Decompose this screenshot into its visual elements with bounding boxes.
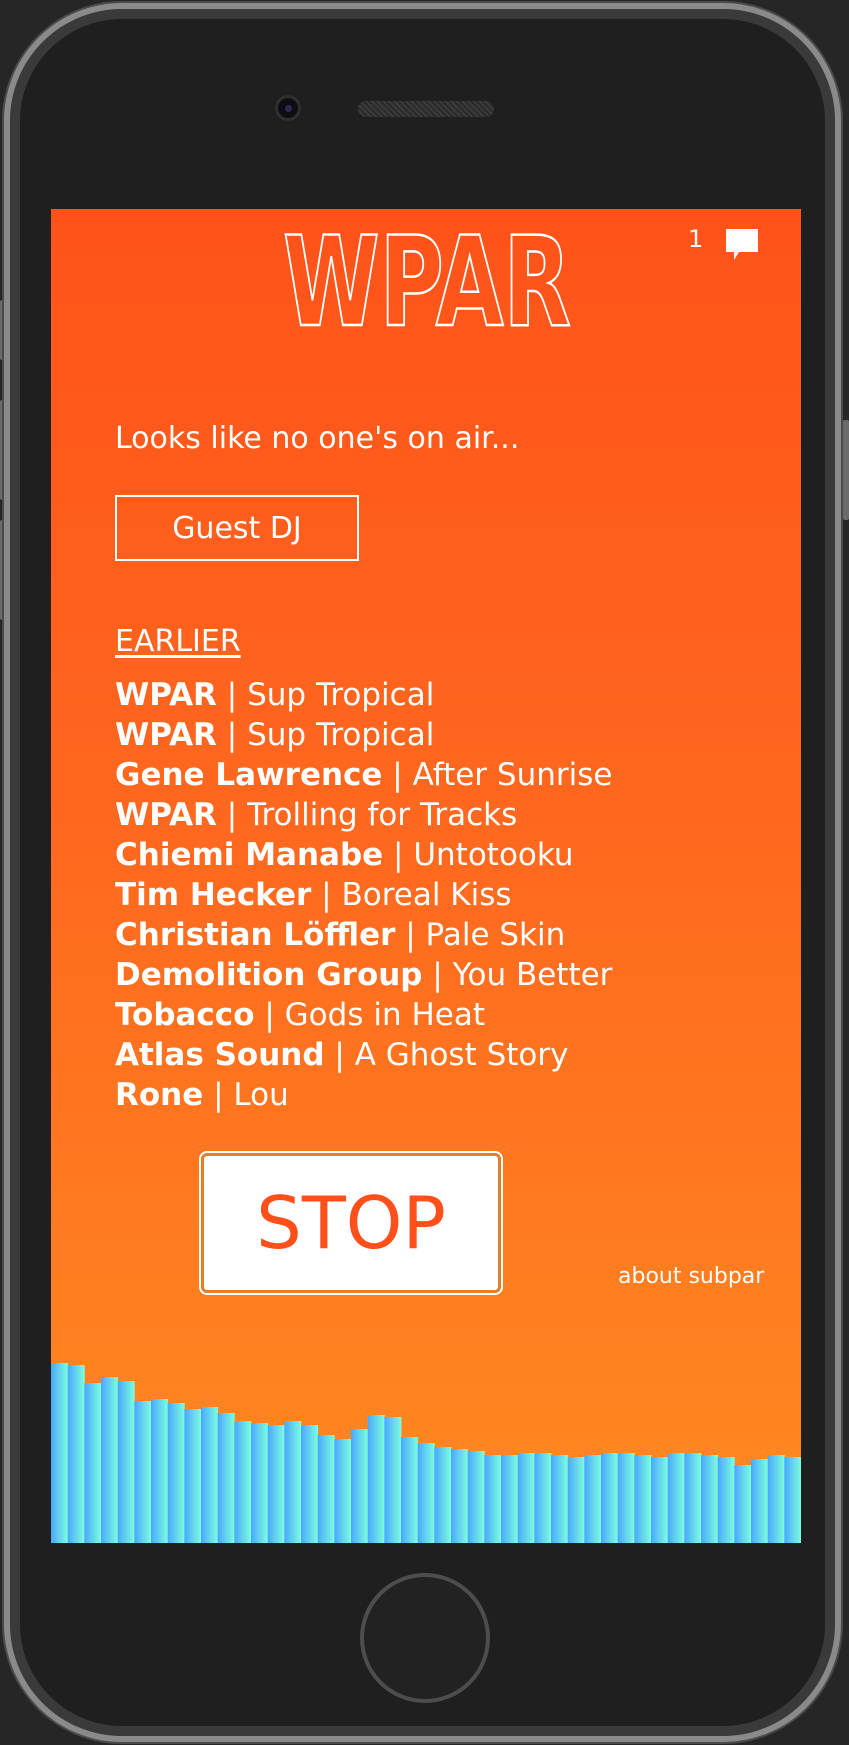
visualizer-bar [601,1453,619,1543]
wpar-logo: WPAR [282,217,573,337]
about-subpar-link[interactable]: about subpar [618,1264,764,1289]
app-screen: WPAR 1 Looks like no one's on air... Gue… [51,209,801,1543]
visualizer-bar [367,1415,385,1543]
history-item: Tobacco | Gods in Heat [115,997,485,1033]
audio-visualizer [51,1363,801,1543]
visualizer-bar [484,1455,502,1543]
history-item: WPAR | Sup Tropical [115,717,435,753]
visualizer-bar [784,1457,801,1543]
track-title: After Sunrise [412,757,613,793]
track-artist: Atlas Sound [115,1037,325,1073]
visualizer-bar [384,1417,402,1543]
track-title: Untotooku [413,837,574,873]
visualizer-bar [734,1465,752,1543]
visualizer-bar [617,1453,635,1543]
visualizer-bar [651,1457,669,1543]
visualizer-bar [317,1435,335,1543]
visualizer-bar [751,1459,769,1543]
visualizer-bar [201,1407,219,1543]
visualizer-bar [517,1453,535,1543]
track-artist: WPAR [115,677,217,713]
history-item: Chiemi Manabe | Untotooku [115,837,574,873]
visualizer-bar [584,1455,602,1543]
guest-dj-button[interactable]: Guest DJ [115,495,359,561]
visualizer-bar [151,1399,169,1543]
visualizer-bar [551,1455,569,1543]
visualizer-bar [117,1381,135,1543]
stop-button[interactable]: STOP [201,1153,501,1293]
visualizer-bar [467,1451,485,1543]
chat-count: 1 [688,225,704,253]
visualizer-bar [284,1421,302,1543]
visualizer-bar [767,1455,785,1543]
visualizer-bar [184,1409,202,1543]
visualizer-bar [134,1401,152,1543]
track-artist: Gene Lawrence [115,757,383,793]
visualizer-bar [434,1447,452,1543]
track-title: Lou [233,1077,289,1113]
visualizer-bar [351,1429,369,1543]
visualizer-bar [701,1455,719,1543]
visualizer-bar [251,1423,269,1543]
visualizer-bar [101,1377,119,1543]
on-air-status: Looks like no one's on air... [115,421,520,456]
visualizer-bar [234,1421,252,1543]
visualizer-bar [51,1363,69,1543]
history-item: Christian Löffler | Pale Skin [115,917,566,953]
chat-bubble-icon[interactable] [723,227,761,263]
visualizer-bar [84,1383,102,1543]
visualizer-bar [267,1425,285,1543]
visualizer-bar [301,1425,319,1543]
power-button [843,420,849,520]
front-camera [275,95,301,121]
history-item: Atlas Sound | A Ghost Story [115,1037,569,1073]
visualizer-bar [334,1439,352,1543]
track-history: WPAR | Sup Tropical WPAR | Sup Tropical … [115,675,612,1115]
track-title: You Better [452,957,613,993]
track-title: A Ghost Story [354,1037,569,1073]
visualizer-bar [567,1457,585,1543]
track-artist: Demolition Group [115,957,423,993]
track-title: Sup Tropical [247,717,435,753]
track-artist: Christian Löffler [115,917,396,953]
visualizer-bar [217,1413,235,1543]
earlier-heading: EARLIER [115,624,241,659]
track-artist: WPAR [115,717,217,753]
history-item: Rone | Lou [115,1077,289,1113]
track-title: Pale Skin [425,917,566,953]
history-item: Gene Lawrence | After Sunrise [115,757,613,793]
visualizer-bar [684,1453,702,1543]
home-button [360,1573,490,1703]
visualizer-bar [501,1455,519,1543]
history-item: Demolition Group | You Better [115,957,613,993]
visualizer-bar [717,1457,735,1543]
earpiece-speaker [358,101,494,117]
track-title: Gods in Heat [284,997,485,1033]
track-title: Boreal Kiss [341,877,512,913]
visualizer-bar [67,1365,85,1543]
history-item: WPAR | Sup Tropical [115,677,435,713]
history-item: Tim Hecker | Boreal Kiss [115,877,512,913]
track-artist: Chiemi Manabe [115,837,384,873]
visualizer-bar [451,1449,469,1543]
history-item: WPAR | Trolling for Tracks [115,797,518,833]
visualizer-bar [167,1403,185,1543]
track-artist: WPAR [115,797,217,833]
svg-text:WPAR: WPAR [283,217,571,337]
track-title: Trolling for Tracks [247,797,518,833]
visualizer-bar [401,1437,419,1543]
visualizer-bar [667,1453,685,1543]
track-artist: Tim Hecker [115,877,312,913]
visualizer-bar [634,1455,652,1543]
track-title: Sup Tropical [247,677,435,713]
track-artist: Tobacco [115,997,255,1033]
visualizer-bar [417,1443,435,1543]
visualizer-bar [534,1453,552,1543]
track-artist: Rone [115,1077,204,1113]
